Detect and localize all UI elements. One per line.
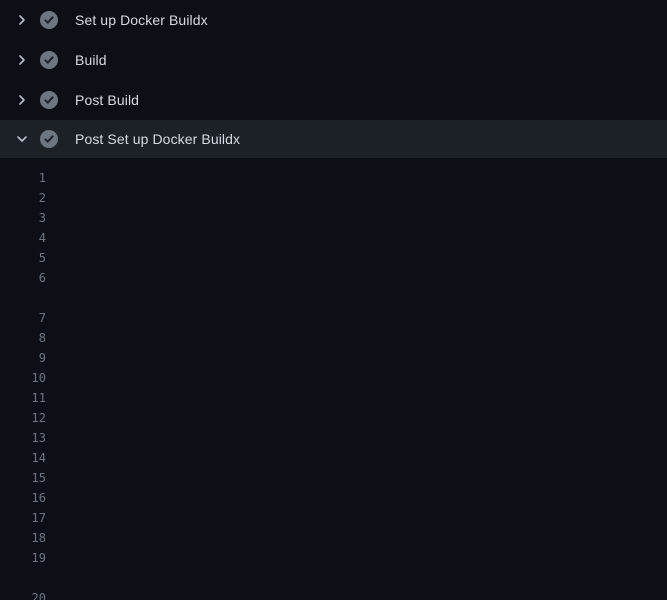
log-row: 6 time="2021-04-23T18:02:37Z" level=info… — [0, 268, 667, 288]
line-number[interactable]: 13 — [0, 428, 46, 448]
line-number[interactable]: 16 — [0, 488, 46, 508]
log-row: 10 time="2021-04-23T18:02:37Z" level=inf… — [0, 368, 667, 388]
step-title: Post Build — [75, 92, 139, 108]
step-list: Set up Docker Buildx Build Post Build — [0, 0, 667, 158]
step-title: Post Set up Docker Buildx — [75, 131, 240, 147]
line-number[interactable]: 18 — [0, 528, 46, 548]
log-row: 19 time="2021-04-23T18:02:38Z" level=deb… — [0, 548, 667, 568]
step-header-setup-docker-buildx[interactable]: Set up Docker Buildx — [0, 0, 667, 40]
log-lines: 1 Post job cleanup. 2 ▼ BuildKit contain… — [0, 158, 667, 600]
log-row: linux/riscv64 linux/ppc64le linux/s390x … — [0, 288, 667, 308]
line-number[interactable]: 19 — [0, 548, 46, 568]
step-header-post-build[interactable]: Post Build — [0, 80, 667, 120]
line-number[interactable]: 9 — [0, 348, 46, 368]
line-number[interactable]: 8 — [0, 328, 46, 348]
log-row: 11 time="2021-04-23T18:02:38Z" level=deb… — [0, 388, 667, 408]
log-row: 15 time="2021-04-23T18:02:38Z" level=deb… — [0, 468, 667, 488]
actions-log-viewer: Set up Docker Buildx Build Post Build — [0, 0, 667, 600]
line-number[interactable]: 10 — [0, 368, 46, 388]
log-row: 16 time="2021-04-23T18:02:38Z" level=deb… — [0, 488, 667, 508]
chevron-right-icon — [14, 12, 30, 28]
line-number[interactable]: 6 — [0, 268, 46, 288]
chevron-right-icon — [14, 52, 30, 68]
line-number[interactable]: 2 — [0, 188, 46, 208]
line-number[interactable]: 11 — [0, 388, 46, 408]
check-circle-icon — [40, 51, 58, 69]
log-row: application/vnd.oci.image.index.v1+json,… — [0, 568, 667, 588]
log-row: 18 time="2021-04-23T18:02:38Z" level=deb… — [0, 528, 667, 548]
line-number[interactable]: 4 — [0, 228, 46, 248]
line-number[interactable]: 7 — [0, 308, 46, 328]
step-header-post-setup-docker-buildx[interactable]: Post Set up Docker Buildx — [0, 120, 667, 158]
line-number[interactable]: 12 — [0, 408, 46, 428]
log-row: 1 Post job cleanup. — [0, 168, 667, 188]
line-number[interactable]: 20 — [0, 588, 46, 600]
line-number[interactable]: 5 — [0, 248, 46, 268]
line-number[interactable]: 3 — [0, 208, 46, 228]
chevron-right-icon — [14, 92, 30, 108]
step-title: Set up Docker Buildx — [75, 12, 208, 28]
step-header-build[interactable]: Build — [0, 40, 667, 80]
log-row: 13 time="2021-04-23T18:02:38Z" level=deb… — [0, 428, 667, 448]
log-row: 5 time="2021-04-23T18:02:37Z" level=warn… — [0, 248, 667, 268]
log-row: 17 time="2021-04-23T18:02:38Z" level=deb… — [0, 508, 667, 528]
line-number[interactable]: 14 — [0, 448, 46, 468]
line-number[interactable]: 17 — [0, 508, 46, 528]
log-row: 2 ▼ BuildKit container logs — [0, 188, 667, 208]
log-row: 3 /usr/bin/docker logs buildx_buildkit_b… — [0, 208, 667, 228]
log-row: 8 time="2021-04-23T18:02:37Z" level=info… — [0, 328, 667, 348]
log-row: 9 time="2021-04-23T18:02:37Z" level=warn… — [0, 348, 667, 368]
check-circle-icon — [40, 11, 58, 29]
line-number[interactable]: 15 — [0, 468, 46, 488]
chevron-down-icon — [14, 131, 30, 147]
line-number[interactable]: 1 — [0, 168, 46, 188]
log-row: 12 time="2021-04-23T18:02:38Z" level=deb… — [0, 408, 667, 428]
check-circle-icon — [40, 91, 58, 109]
log-row: 4 time="2021-04-23T18:02:37Z" level=info… — [0, 228, 667, 248]
log-row: 7 time="2021-04-23T18:02:37Z" level=warn… — [0, 308, 667, 328]
log-row: 20 time="2021-04-23T18:02:38Z" level=deb… — [0, 588, 667, 600]
log-row: 14 time="2021-04-23T18:02:38Z" level=deb… — [0, 448, 667, 468]
step-title: Build — [75, 52, 107, 68]
check-circle-icon — [40, 130, 58, 148]
